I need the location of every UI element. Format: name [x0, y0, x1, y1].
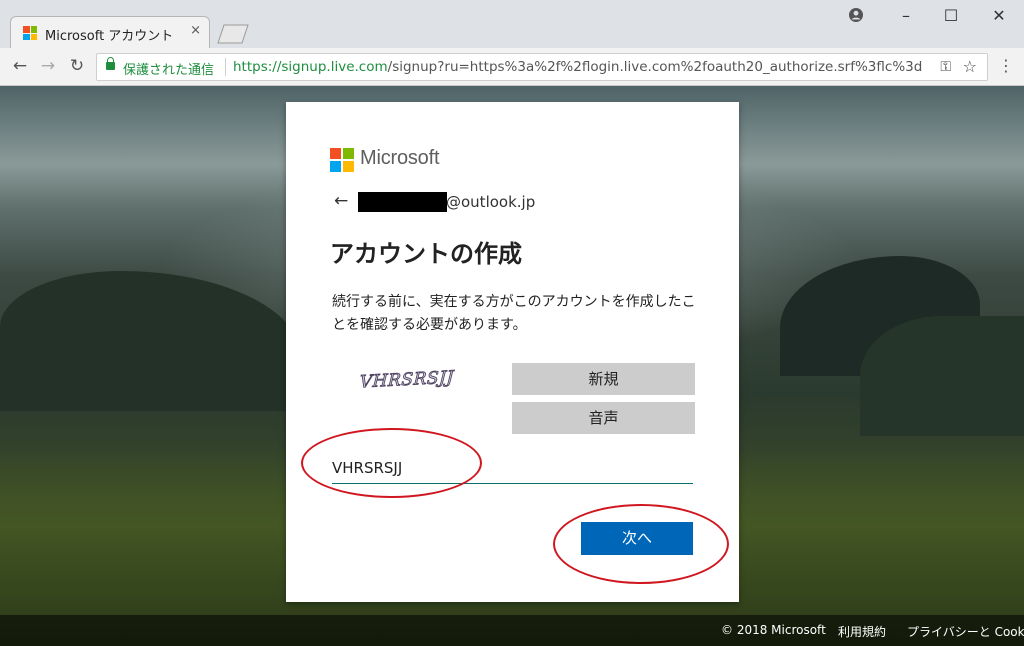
- description-text: 続行する前に、実在する方がこのアカウントを作成したことを確認する必要があります。: [332, 294, 696, 333]
- captcha-image: VHRSRSJJ: [359, 367, 455, 393]
- email-domain: @outlook.jp: [446, 193, 536, 211]
- browser-titlebar: Microsoft アカウント × – ☐ ✕: [0, 0, 1024, 48]
- maximize-button[interactable]: ☐: [936, 6, 966, 25]
- background-hill: [860, 316, 1024, 436]
- annotation-circle-input: [301, 428, 482, 498]
- browser-menu-icon[interactable]: ⋮: [998, 56, 1014, 75]
- secure-label: 保護された通信: [123, 63, 215, 78]
- browser-toolbar: ← → ↻ 保護された通信 https://signup.live.com/si…: [0, 48, 1024, 86]
- url-host: https://signup.live.com: [233, 59, 388, 75]
- footer-terms-link[interactable]: 利用規約: [838, 623, 886, 640]
- back-arrow-icon[interactable]: ←: [334, 191, 348, 211]
- background-hill: [0, 271, 300, 411]
- url-text[interactable]: https://signup.live.com/signup?ru=https%…: [233, 59, 923, 75]
- key-icon[interactable]: ⚿: [940, 59, 951, 75]
- page-title: アカウントの作成: [330, 240, 522, 268]
- new-tab-button[interactable]: [216, 24, 250, 44]
- audio-captcha-button[interactable]: 音声: [512, 402, 695, 434]
- profile-icon[interactable]: [849, 8, 863, 22]
- window-close-button[interactable]: ✕: [984, 6, 1014, 25]
- url-divider: [225, 58, 226, 76]
- forward-button[interactable]: →: [37, 56, 59, 76]
- url-path: /signup?ru=https%3a%2f%2flogin.live.com%…: [387, 59, 923, 75]
- reload-button[interactable]: ↻: [66, 56, 88, 76]
- tab-close-icon[interactable]: ×: [190, 23, 201, 38]
- browser-tab[interactable]: Microsoft アカウント ×: [10, 16, 210, 48]
- brand-name: Microsoft: [360, 147, 440, 169]
- annotation-circle-next: [553, 504, 729, 584]
- microsoft-logo-icon: [330, 148, 354, 172]
- new-captcha-button[interactable]: 新規: [512, 363, 695, 395]
- redacted-username: [358, 192, 447, 212]
- tab-title: Microsoft アカウント: [45, 29, 174, 44]
- bookmark-star-icon[interactable]: ☆: [963, 57, 977, 76]
- back-button[interactable]: ←: [9, 56, 31, 76]
- minimize-button[interactable]: –: [891, 6, 921, 25]
- footer-copyright: © 2018 Microsoft: [721, 623, 826, 637]
- lock-icon: [106, 57, 115, 70]
- footer-privacy-link[interactable]: プライバシーと Cookie: [907, 623, 1024, 640]
- address-bar[interactable]: 保護された通信 https://signup.live.com/signup?r…: [96, 53, 988, 81]
- microsoft-favicon-icon: [23, 26, 37, 40]
